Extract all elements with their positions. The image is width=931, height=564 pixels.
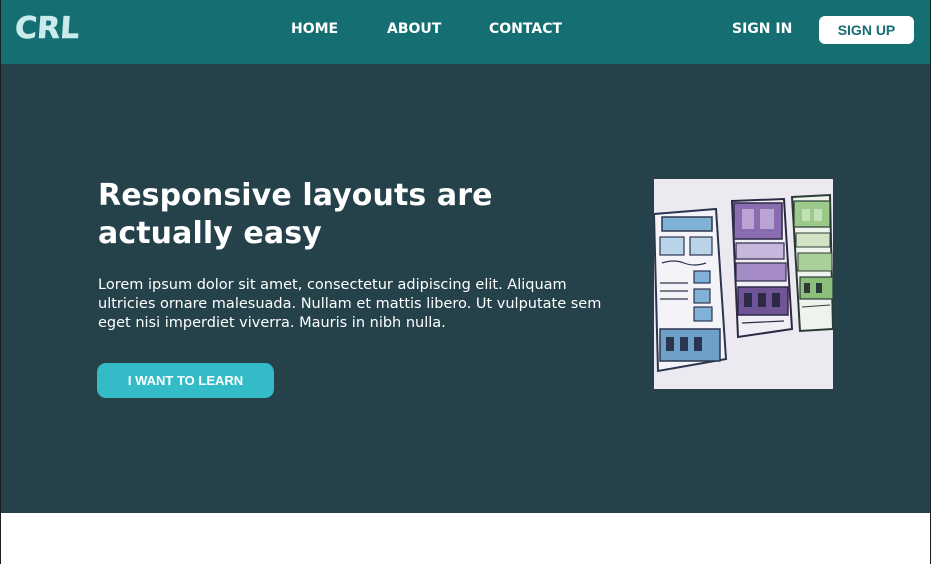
wireframe-sketch-image <box>654 179 833 389</box>
navbar: CRL HOME ABOUT CONTACT SIGN IN SIGN UP <box>1 0 930 64</box>
hero-title: Responsive layouts are actually easy <box>98 178 493 251</box>
content-area <box>1 513 930 564</box>
logo[interactable]: CRL <box>14 9 81 49</box>
sign-up-button[interactable]: SIGN UP <box>819 16 914 44</box>
nav-home-link[interactable]: HOME <box>291 21 338 37</box>
nav-about-link[interactable]: ABOUT <box>387 21 441 37</box>
hero-section: Responsive layouts are actually easy Lor… <box>1 64 930 513</box>
hero-description: Lorem ipsum dolor sit amet, consectetur … <box>98 277 602 331</box>
sign-in-link[interactable]: SIGN IN <box>732 21 792 37</box>
page: CRL HOME ABOUT CONTACT SIGN IN SIGN UP R… <box>0 0 931 564</box>
learn-button[interactable]: I WANT TO LEARN <box>97 363 274 398</box>
nav-contact-link[interactable]: CONTACT <box>489 21 562 37</box>
